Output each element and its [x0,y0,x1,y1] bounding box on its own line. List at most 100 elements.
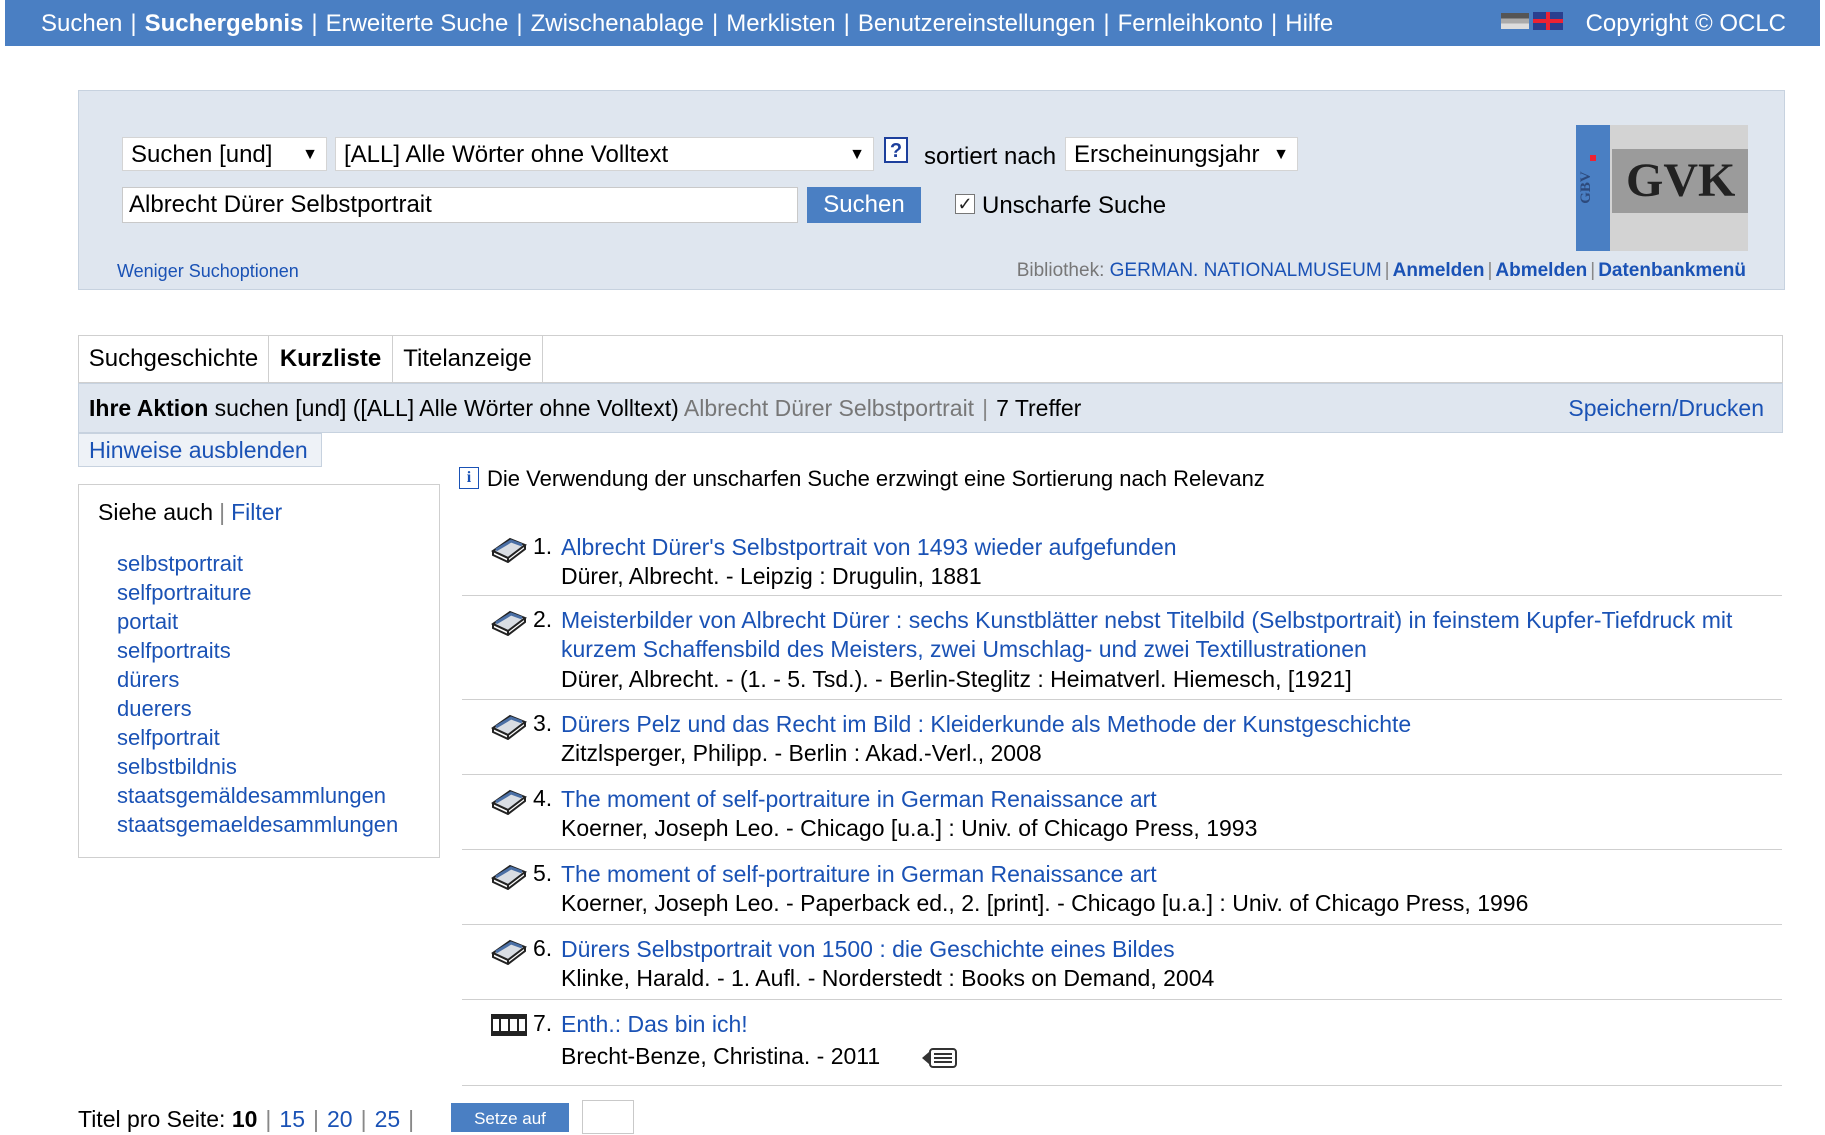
uk-flag-icon[interactable] [1533,12,1563,30]
result-number: 4. [533,785,553,811]
field-select[interactable]: [ALL] Alle Wörter ohne Volltext ▼ [335,137,874,171]
result-number: 6. [533,935,553,961]
gbv-logo-text: GBV [1577,171,1594,204]
page-size-option[interactable]: 20 [327,1106,353,1132]
result-meta: Koerner, Joseph Leo. - Paperback ed., 2.… [561,890,1529,916]
online-resource-icon[interactable] [920,1047,958,1069]
result-title-link[interactable]: Dürers Pelz und das Recht im Bild : Klei… [561,710,1776,739]
see-also-term[interactable]: staatsgemaeldesammlungen [117,810,398,839]
library-line: Bibliothek: GERMAN. NATIONALMUSEUM | Anmel… [1016,260,1746,281]
top-nav-bar: Suchen | Suchergebnis | Erweiterte Suche | Zwi… [5,0,1820,46]
result-title-link[interactable]: Albrecht Dürer's Selbstportrait von 1493… [561,533,1776,562]
search-input[interactable]: Albrecht Dürer Selbstportrait [122,187,798,223]
less-options-link[interactable]: Weniger Suchoptionen [117,261,299,282]
field-value: [ALL] Alle Wörter ohne Volltext [344,141,669,168]
result-title-link[interactable]: Dürers Selbstportrait von 1500 : die Ges… [561,935,1776,964]
tab-kurzliste[interactable]: Kurzliste [269,336,393,382]
action-query: Albrecht Dürer Selbstportrait [683,395,975,421]
set-page-size-button[interactable]: Setze auf [451,1103,569,1132]
result-title-link[interactable]: The moment of self-portraiture in German… [561,785,1776,814]
result-item: 3. Dürers Pelz und das Recht im Bild : K… [462,700,1782,775]
chevron-down-icon: ▼ [849,146,865,163]
book-icon [491,610,528,636]
page-size-current: 10 [231,1106,258,1132]
see-also-term[interactable]: portait [117,607,398,636]
result-number: 3. [533,710,553,736]
nav-suchergebnis[interactable]: Suchergebnis [145,10,304,37]
info-icon: i [459,467,479,489]
book-icon [491,789,528,815]
book-icon [491,864,528,890]
operator-select[interactable]: Suchen [und] ▼ [122,137,327,171]
nav-fernleihkonto[interactable]: Fernleihkonto [1118,10,1263,37]
see-also-term[interactable]: selbstbildnis [117,752,398,781]
chevron-down-icon: ▼ [302,146,318,163]
nav-merklisten[interactable]: Merklisten [726,10,835,37]
book-icon [491,939,528,965]
search-button[interactable]: Suchen [807,187,921,223]
result-meta: Klinke, Harald. - 1. Aufl. - Norderstedt… [561,965,1215,991]
chevron-down-icon: ▼ [1273,146,1289,163]
action-bar: Ihre Aktion suchen [und] ([ALL] Alle Wör… [78,383,1783,433]
page-size-option[interactable]: 15 [279,1106,305,1132]
see-also-label: Siehe auch [98,499,214,525]
result-item: 1. Albrecht Dürer's Selbstportrait von 1… [462,523,1782,596]
see-also-term[interactable]: selbstportrait [117,549,398,578]
relevance-notice: Die Verwendung der unscharfen Suche erzw… [487,466,1265,491]
nav-hilfe[interactable]: Hilfe [1285,10,1333,37]
see-also-term[interactable]: dürers [117,665,398,694]
database-menu-link[interactable]: Datenbankmenü [1598,260,1746,281]
operator-value: Suchen [und] [131,141,273,168]
fuzzy-search-checkbox[interactable]: ✓ [955,194,975,214]
save-print-link[interactable]: Speichern/Drucken [1568,384,1764,432]
gvk-logo-text: GVK [1626,154,1736,207]
result-meta: Dürer, Albrecht. - Leipzig : Drugulin, 1… [561,563,982,589]
nav-erweiterte-suche[interactable]: Erweiterte Suche [326,10,509,37]
library-label: Bibliothek: [1016,260,1105,281]
nav-suchen[interactable]: Suchen [41,10,122,37]
page-size-option[interactable]: 25 [375,1106,401,1132]
result-meta: Dürer, Albrecht. - (1. - 5. Tsd.). - Ber… [561,666,1352,692]
result-tabs: Suchgeschichte Kurzliste Titelanzeige [78,335,1783,383]
login-link[interactable]: Anmelden [1393,260,1485,281]
result-number: 2. [533,606,553,632]
result-title-link[interactable]: Meisterbilder von Albrecht Dürer : sechs… [561,606,1776,664]
sidebar-header: Siehe auch | Filter [98,499,283,525]
german-flag-icon[interactable] [1501,13,1529,29]
tab-titelanzeige[interactable]: Titelanzeige [393,336,543,382]
see-also-term[interactable]: selfportraiture [117,578,398,607]
gvk-logo: GBV GVK [1576,125,1748,251]
see-also-term[interactable]: selfportraits [117,636,398,665]
tab-suchgeschichte[interactable]: Suchgeschichte [79,336,269,382]
see-also-sidebar: Siehe auch | Filter selbstportrait selfpor… [78,484,440,858]
library-link[interactable]: GERMAN. NATIONALMUSEUM [1110,260,1382,281]
result-meta: Zitzlsperger, Philipp. - Berlin : Akad.-… [561,740,1042,766]
nav-zwischenablage[interactable]: Zwischenablage [531,10,704,37]
action-summary: Ihre Aktion suchen [und] ([ALL] Alle Wör… [89,395,1082,421]
page-size-input[interactable] [582,1100,634,1134]
result-number: 7. [533,1010,553,1036]
result-item: 5. The moment of self-portraiture in Ger… [462,850,1782,925]
book-icon [491,714,528,740]
filter-link[interactable]: Filter [231,499,282,525]
see-also-term[interactable]: staatsgemäldesammlungen [117,781,398,810]
page-size-selector: Titel pro Seite: 10 | 15 | 20 | 25 | [78,1106,415,1132]
hide-hints-toggle[interactable]: Hinweise ausblenden [78,433,322,467]
see-also-term[interactable]: duerers [117,694,398,723]
result-item: 6. Dürers Selbstportrait von 1500 : die … [462,925,1782,1000]
sort-select[interactable]: Erscheinungsjahr ▼ [1065,137,1298,171]
result-title-link[interactable]: The moment of self-portraiture in German… [561,860,1776,889]
language-switch [1501,10,1565,30]
sort-label: sortiert nach [924,143,1057,170]
result-number: 5. [533,860,553,886]
see-also-list: selbstportrait selfportraiture portait s… [117,549,398,839]
result-title-link[interactable]: Enth.: Das bin ich! [561,1010,1776,1039]
film-icon [491,1014,527,1036]
help-icon[interactable]: ? [884,137,908,163]
nav-benutzereinstellungen[interactable]: Benutzereinstellungen [858,10,1096,37]
see-also-term[interactable]: selfportrait [117,723,398,752]
logout-link[interactable]: Abmelden [1495,260,1587,281]
page: Suchen | Suchergebnis | Erweiterte Suche | Zwi… [0,0,1825,1134]
copyright-text: Copyright © OCLC [1585,10,1786,37]
result-meta: Brecht-Benze, Christina. - 2011 [561,1043,881,1069]
